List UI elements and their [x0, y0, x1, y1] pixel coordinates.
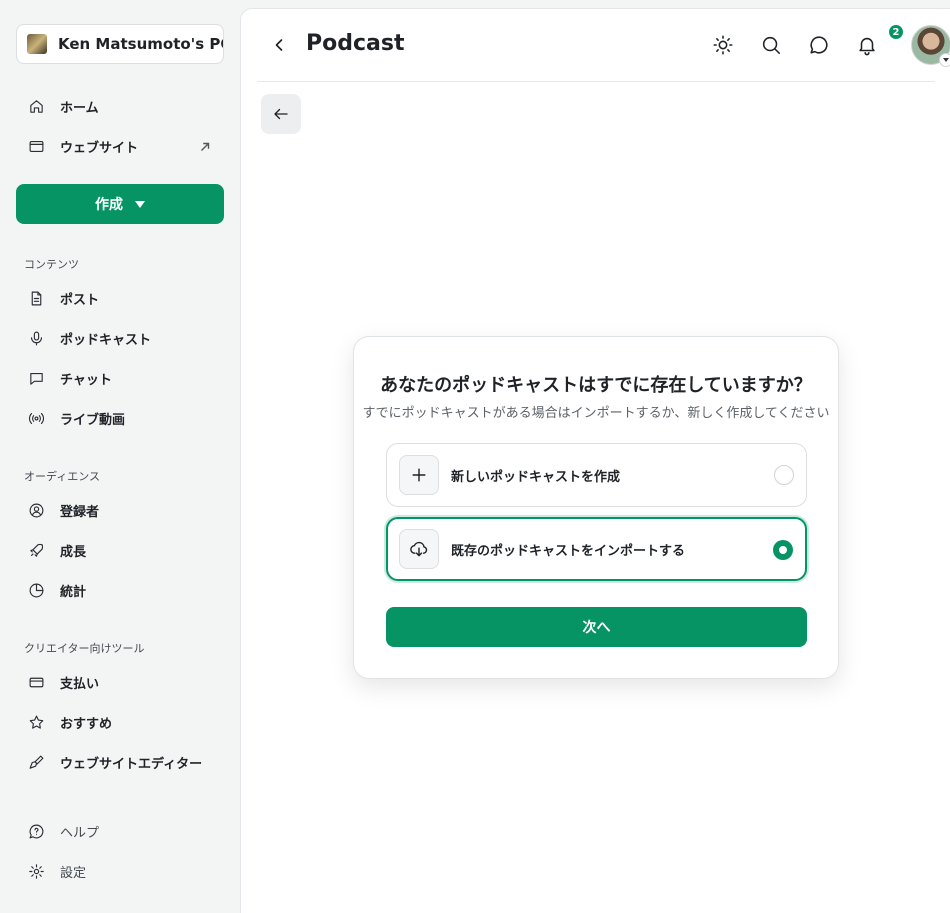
publication-logo [27, 34, 47, 54]
radio-button[interactable] [774, 465, 794, 485]
sidebar-item-label: ウェブサイト [60, 140, 139, 156]
sidebar-item-live-video[interactable]: ライブ動画 [16, 400, 224, 436]
back-button[interactable] [261, 94, 301, 134]
dialog-title: あなたのポッドキャストはすでに存在していますか？ [380, 375, 812, 396]
broadcast-icon [26, 408, 46, 428]
option-label: 既存のポッドキャストをインポートする [451, 543, 686, 559]
sidebar-item-label: 登録者 [60, 504, 100, 520]
help-bubble-icon [26, 821, 46, 841]
chevron-left-icon[interactable] [269, 35, 289, 55]
create-button[interactable]: 作成 [16, 184, 224, 224]
cloud-download-icon [399, 529, 439, 569]
sidebar-item-label: ヘルプ [60, 825, 100, 841]
option-label: 新しいポッドキャストを作成 [451, 469, 621, 485]
sidebar-item-label: ウェブサイトエディター [60, 756, 203, 772]
sidebar-item-label: おすすめ [60, 716, 113, 732]
credit-card-icon [26, 672, 46, 692]
sidebar-item-label: 支払い [60, 676, 100, 692]
document-icon [26, 288, 46, 308]
theme-toggle-sun-icon[interactable] [712, 34, 734, 56]
section-label-content: コンテンツ [24, 258, 79, 271]
sidebar-item-stats[interactable]: 統計 [16, 572, 224, 608]
sidebar-item-label: チャット [60, 372, 112, 388]
external-link-icon [198, 139, 212, 153]
sidebar-item-website-editor[interactable]: ウェブサイトエディター [16, 744, 224, 780]
sidebar-item-label: ライブ動画 [60, 412, 126, 428]
caret-down-icon [135, 200, 145, 208]
sidebar-item-podcast[interactable]: ポッドキャスト [16, 320, 224, 356]
arrow-left-icon [272, 105, 290, 123]
sidebar-item-payments[interactable]: 支払い [16, 664, 224, 700]
section-label-creator-tools: クリエイター向けツール [24, 642, 145, 655]
chat-bubble-icon [26, 368, 46, 388]
next-button[interactable]: 次へ [386, 607, 807, 647]
browser-window-icon [26, 136, 46, 156]
sidebar-item-help[interactable]: ヘルプ [16, 813, 224, 849]
plus-icon [399, 455, 439, 495]
rocket-icon [26, 540, 46, 560]
page-title: Podcast [306, 31, 405, 56]
sidebar-item-label: ポッドキャスト [60, 332, 152, 348]
notification-badge: 2 [887, 23, 905, 41]
chevron-down-icon[interactable] [939, 53, 950, 67]
main-panel: Podcast 2 あなたのポッドキャストはすでに存在していますか？ すでにポッ… [240, 8, 950, 913]
option-import-existing-podcast[interactable]: 既存のポッドキャストをインポートする [386, 517, 807, 581]
podcast-setup-dialog: あなたのポッドキャストはすでに存在していますか？ すでにポッドキャストがある場合… [353, 336, 839, 679]
radio-button-selected[interactable] [773, 540, 793, 560]
sidebar-item-recommendations[interactable]: おすすめ [16, 704, 224, 740]
gear-icon [26, 861, 46, 881]
sidebar-item-settings[interactable]: 設定 [16, 853, 224, 889]
create-button-label: 作成 [95, 197, 123, 213]
section-label-audience: オーディエンス [24, 470, 101, 483]
sidebar-item-label: ポスト [60, 292, 100, 308]
bell-icon[interactable] [856, 34, 878, 56]
sidebar-item-label: ホーム [60, 100, 99, 116]
sidebar-item-label: 成長 [60, 544, 87, 560]
microphone-icon [26, 328, 46, 348]
publication-name: Ken Matsumoto's PO... [58, 35, 223, 53]
pie-chart-icon [26, 580, 46, 600]
sidebar-item-posts[interactable]: ポスト [16, 280, 224, 316]
search-icon[interactable] [760, 34, 782, 56]
publication-switcher[interactable]: Ken Matsumoto's PO... [16, 24, 224, 64]
sidebar-item-website[interactable]: ウェブサイト [16, 128, 224, 164]
sidebar-item-chat[interactable]: チャット [16, 360, 224, 396]
home-icon [26, 96, 46, 116]
sidebar-item-home[interactable]: ホーム [16, 88, 224, 124]
user-circle-icon [26, 500, 46, 520]
sidebar: Ken Matsumoto's PO... ホーム ウェブサイト 作成 コンテン… [0, 0, 240, 913]
paintbrush-icon [26, 752, 46, 772]
top-bar: Podcast 2 [257, 9, 950, 82]
sidebar-item-label: 設定 [60, 865, 87, 881]
dialog-subtitle: すでにポッドキャストがある場合はインポートするか、新しく作成してください [362, 406, 830, 421]
sidebar-item-growth[interactable]: 成長 [16, 532, 224, 568]
sidebar-item-label: 統計 [60, 584, 87, 600]
sidebar-item-subscribers[interactable]: 登録者 [16, 492, 224, 528]
option-create-new-podcast[interactable]: 新しいポッドキャストを作成 [386, 443, 807, 507]
chat-bubble-icon[interactable] [808, 34, 830, 56]
star-icon [26, 712, 46, 732]
